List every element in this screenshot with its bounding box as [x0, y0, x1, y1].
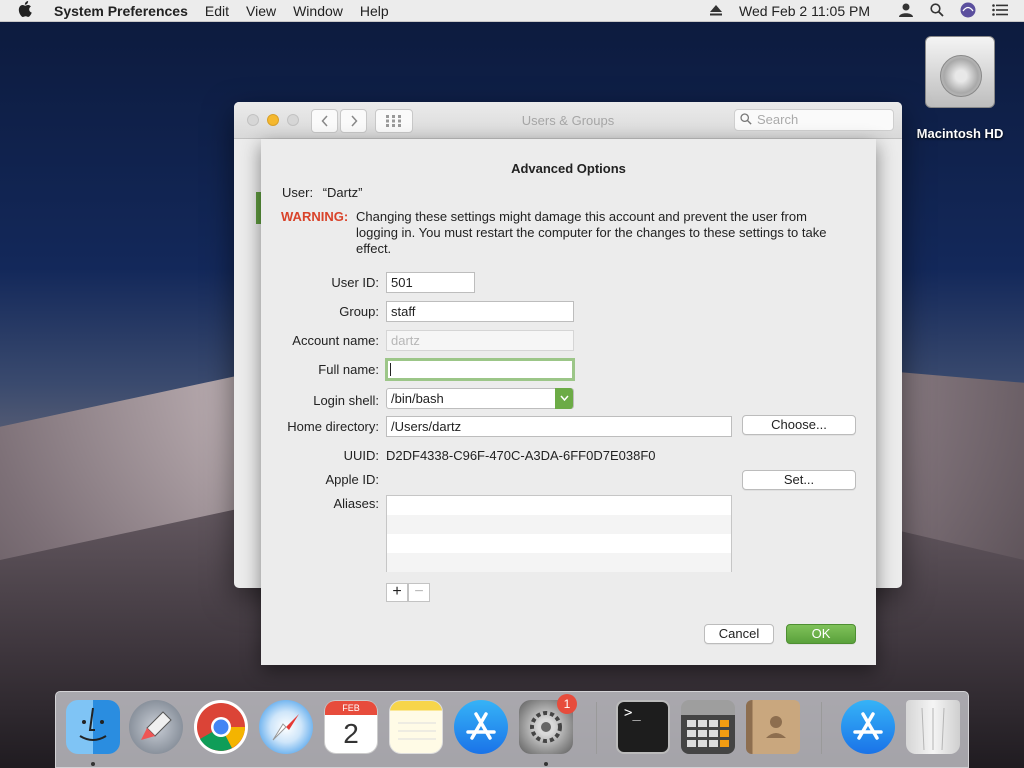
warning-label: WARNING: [281, 209, 349, 224]
safari-icon[interactable] [259, 700, 313, 754]
apple-menu-icon[interactable] [18, 0, 38, 21]
search-input[interactable]: Search [734, 109, 894, 131]
full-name-field[interactable] [385, 358, 575, 381]
search-placeholder: Search [757, 112, 799, 127]
eject-icon[interactable] [709, 3, 723, 19]
aliases-label: Aliases: [333, 496, 379, 511]
calendar-day: 2 [343, 718, 359, 749]
set-apple-id-button[interactable]: Set... [742, 470, 856, 490]
terminal-icon[interactable]: >_ [616, 700, 670, 754]
menu-help[interactable]: Help [360, 3, 389, 19]
choose-button[interactable]: Choose... [742, 415, 856, 435]
user-id-label: User ID: [331, 275, 379, 290]
notes-icon[interactable] [389, 700, 443, 754]
user-value: “Dartz” [322, 185, 363, 200]
uuid-value: D2DF4338-C96F-470C-A3DA-6FF0D7E038F0 [386, 448, 656, 463]
notification-badge: 1 [557, 694, 577, 714]
ok-button[interactable]: OK [786, 624, 856, 644]
login-shell-popup[interactable]: /bin/bash [386, 388, 574, 409]
remove-alias-button[interactable]: − [408, 583, 430, 602]
text-cursor [390, 363, 391, 377]
aliases-list[interactable] [386, 495, 732, 572]
siri-icon[interactable] [960, 2, 976, 21]
app-store-icon[interactable] [454, 700, 508, 754]
advanced-options-sheet: Advanced Options User: “Dartz” WARNING: … [261, 139, 876, 665]
group-label: Group: [339, 304, 379, 319]
sheet-title: Advanced Options [511, 161, 626, 176]
hard-disk-icon [925, 36, 995, 108]
account-name-field: dartz [386, 330, 574, 351]
dock-separator [596, 702, 597, 754]
launchpad-icon[interactable] [129, 700, 183, 754]
list-row-stripe [387, 515, 731, 534]
finder-icon[interactable] [66, 700, 120, 754]
running-indicator [544, 762, 548, 766]
login-shell-value: /bin/bash [391, 391, 444, 406]
list-row-stripe [387, 553, 731, 572]
contacts-icon[interactable] [746, 700, 800, 754]
add-alias-button[interactable]: + [386, 583, 408, 602]
user-line: User: “Dartz” [282, 185, 362, 200]
window-titlebar: Users & Groups Search [234, 102, 902, 139]
group-field[interactable]: staff [386, 301, 574, 322]
account-name-label: Account name: [292, 333, 379, 348]
menu-view[interactable]: View [246, 3, 276, 19]
user-icon[interactable] [898, 3, 914, 20]
dock: FEB 2 1 >_ [55, 691, 969, 768]
calculator-icon[interactable] [681, 700, 735, 754]
home-directory-label: Home directory: [287, 419, 379, 434]
chevron-down-icon [555, 388, 573, 409]
uuid-label: UUID: [343, 448, 379, 463]
user-id-field[interactable]: 501 [386, 272, 475, 293]
spotlight-search-icon[interactable] [930, 2, 944, 20]
home-directory-field[interactable]: /Users/dartz [386, 416, 732, 437]
login-shell-label: Login shell: [313, 393, 379, 408]
downloads-stack-icon[interactable] [841, 700, 895, 754]
trash-icon[interactable] [906, 700, 960, 754]
clock[interactable]: Wed Feb 2 11:05 PM [739, 3, 870, 19]
hard-disk-label: Macintosh HD [916, 126, 1004, 141]
full-name-label: Full name: [318, 362, 379, 377]
menu-window[interactable]: Window [293, 3, 343, 19]
menu-bar: System Preferences Edit View Window Help… [0, 0, 1024, 22]
menu-edit[interactable]: Edit [205, 3, 229, 19]
warning-text: Changing these settings might damage thi… [356, 209, 827, 256]
calendar-month: FEB [325, 701, 377, 715]
dock-separator [821, 702, 822, 754]
desktop-hard-disk[interactable]: Macintosh HD [917, 36, 1003, 141]
search-icon [740, 111, 752, 131]
notification-center-icon[interactable] [992, 3, 1008, 19]
menu-app-name[interactable]: System Preferences [54, 3, 188, 19]
user-label: User: [282, 185, 314, 200]
system-preferences-icon[interactable]: 1 [519, 694, 577, 754]
calendar-icon[interactable]: FEB 2 [324, 700, 378, 754]
cancel-button[interactable]: Cancel [704, 624, 774, 644]
chrome-icon[interactable] [194, 700, 248, 754]
running-indicator [91, 762, 95, 766]
apple-id-label: Apple ID: [325, 472, 379, 487]
